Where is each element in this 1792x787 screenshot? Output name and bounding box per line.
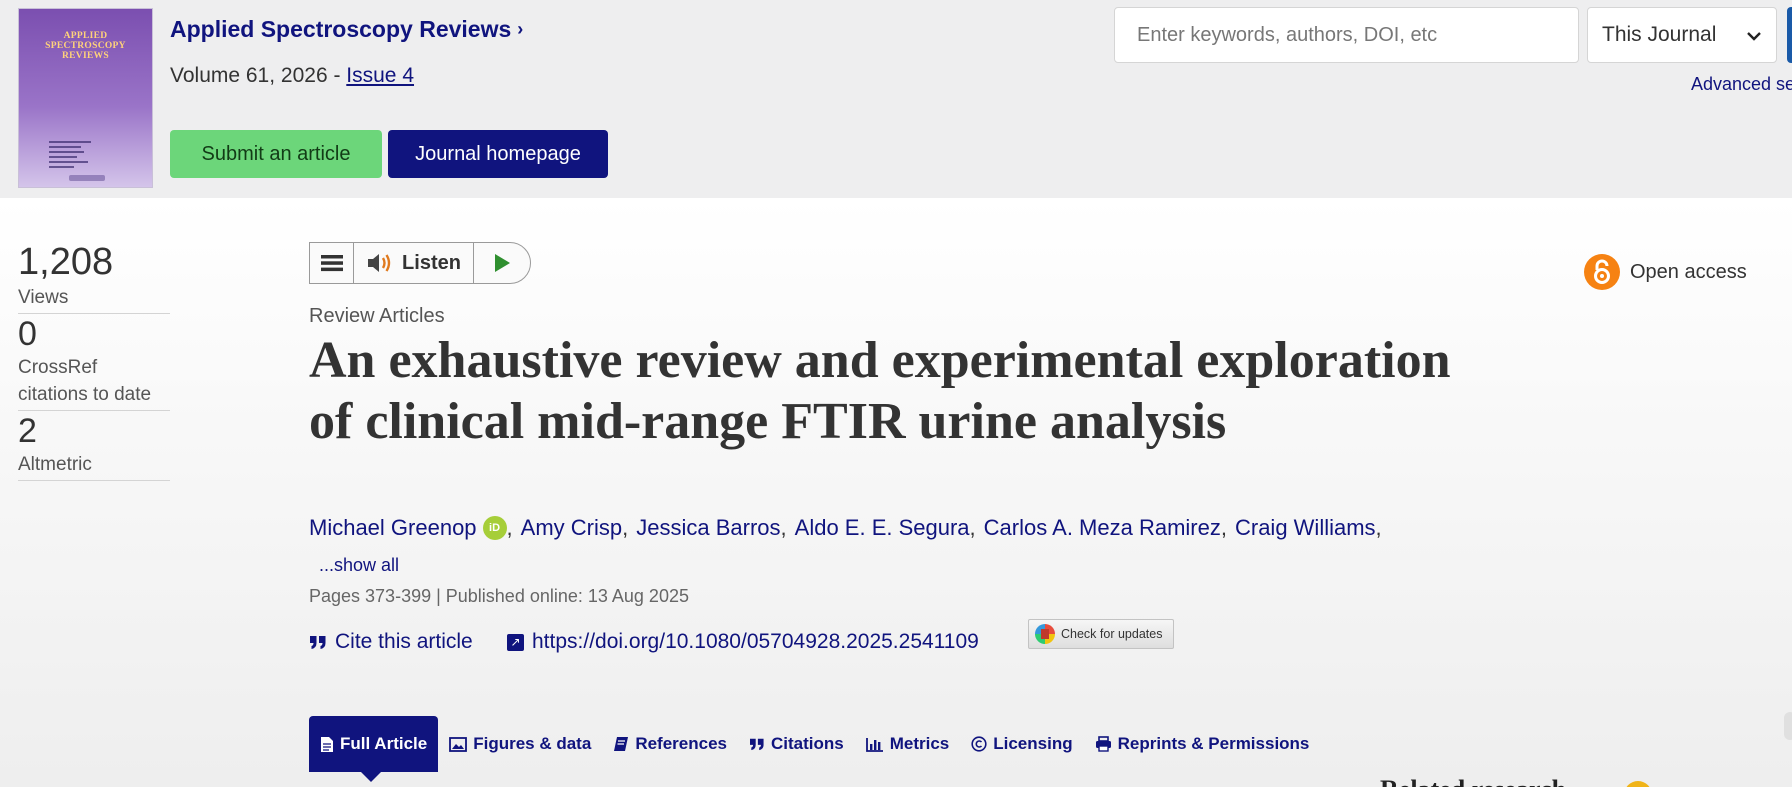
- related-research-heading: Related research: [1380, 775, 1566, 787]
- active-tab-pointer: [361, 772, 381, 782]
- open-access-label: Open access: [1630, 260, 1747, 283]
- metric-altmetric[interactable]: 2 Altmetric: [18, 411, 170, 481]
- tab-references[interactable]: References: [602, 716, 738, 772]
- listen-button[interactable]: Listen: [354, 243, 474, 283]
- listen-label: Listen: [402, 251, 461, 274]
- author-link[interactable]: Amy Crisp: [521, 515, 622, 541]
- check-for-updates-button[interactable]: Check for updates: [1028, 619, 1174, 649]
- crossref-label: CrossRef citations to date: [18, 357, 152, 405]
- cover-toc-lines: [49, 141, 119, 171]
- journal-homepage-button[interactable]: Journal homepage: [388, 130, 608, 178]
- menu-icon: [320, 255, 343, 272]
- chevron-right-icon: ›: [517, 19, 524, 39]
- book-icon: [614, 737, 629, 751]
- image-icon: [449, 736, 468, 752]
- author-link[interactable]: Carlos A. Meza Ramirez: [984, 515, 1221, 541]
- cover-title: APPLIED SPECTROSCOPY REVIEWS: [45, 31, 126, 61]
- listen-widget: Listen: [309, 242, 531, 284]
- submit-article-button[interactable]: Submit an article: [170, 130, 382, 178]
- quote-icon: [310, 636, 326, 649]
- doi-link[interactable]: ↗ https://doi.org/10.1080/05704928.2025.…: [507, 630, 979, 654]
- advanced-search-link[interactable]: Advanced se: [1691, 74, 1792, 95]
- cite-article-link[interactable]: Cite this article: [309, 630, 473, 654]
- play-icon: [495, 254, 510, 272]
- author-link[interactable]: Jessica Barros: [636, 515, 780, 541]
- tab-full-article[interactable]: Full Article: [309, 716, 439, 772]
- publisher-logo: [69, 175, 105, 181]
- open-access-lock-icon: [1584, 254, 1620, 290]
- volume-issue-line: Volume 61, 2026 - Issue 4: [170, 64, 415, 87]
- article-header-area: [0, 198, 1792, 787]
- article-type: Review Articles: [309, 305, 445, 327]
- altmetric-score: 2: [18, 412, 37, 450]
- search-input[interactable]: [1114, 7, 1579, 63]
- altmetric-label: Altmetric: [18, 454, 92, 475]
- quote-icon: [749, 738, 764, 751]
- article-title: An exhaustive review and experimental ex…: [309, 332, 1451, 450]
- views-count: 1,208: [18, 241, 114, 283]
- orcid-icon[interactable]: iD: [482, 516, 507, 540]
- listen-menu-button[interactable]: [310, 243, 354, 283]
- copyright-icon: [971, 736, 987, 752]
- author-link[interactable]: Aldo E. E. Segura: [795, 515, 970, 541]
- external-link-icon: ↗: [507, 633, 524, 651]
- issue-link[interactable]: Issue 4: [346, 64, 414, 87]
- tab-reprints-permissions[interactable]: Reprints & Permissions: [1084, 716, 1321, 772]
- author-list: Michael Greenop iD , Amy Crisp, Jessica …: [309, 515, 1382, 541]
- journal-cover-image[interactable]: APPLIED SPECTROSCOPY REVIEWS: [18, 8, 153, 188]
- speaker-icon: [368, 254, 391, 272]
- article-metrics: 1,208 Views 0 CrossRef citations to date…: [18, 240, 170, 481]
- open-access-badge: Open access: [1584, 254, 1747, 290]
- crossref-count: 0: [18, 315, 37, 353]
- crossmark-icon: [1035, 624, 1055, 644]
- document-icon: [321, 736, 333, 752]
- metric-crossref: 0 CrossRef citations to date: [18, 314, 170, 411]
- bar-chart-icon: [865, 737, 883, 752]
- chevron-down-icon: [1746, 25, 1762, 46]
- metric-views: 1,208 Views: [18, 240, 170, 314]
- tab-metrics[interactable]: Metrics: [855, 716, 961, 772]
- publication-info: Pages 373-399 | Published online: 13 Aug…: [309, 586, 689, 606]
- scroll-handle[interactable]: [1784, 712, 1792, 740]
- author-link[interactable]: Craig Williams: [1235, 515, 1376, 541]
- play-button[interactable]: [474, 243, 530, 283]
- show-all-authors-link[interactable]: ...show all: [319, 555, 399, 576]
- author-link[interactable]: Michael Greenop: [309, 515, 477, 541]
- search-scope-select[interactable]: This Journal: [1587, 7, 1777, 63]
- tab-citations[interactable]: Citations: [738, 716, 855, 772]
- tab-licensing[interactable]: Licensing: [960, 716, 1083, 772]
- tab-figures-data[interactable]: Figures & data: [438, 716, 602, 772]
- views-label: Views: [18, 287, 69, 308]
- print-icon: [1095, 736, 1111, 752]
- journal-title-link[interactable]: Applied Spectroscopy Reviews ›: [170, 16, 523, 43]
- article-tabs: Full Article Figures & data References C…: [309, 716, 1320, 772]
- search-button[interactable]: [1787, 7, 1792, 63]
